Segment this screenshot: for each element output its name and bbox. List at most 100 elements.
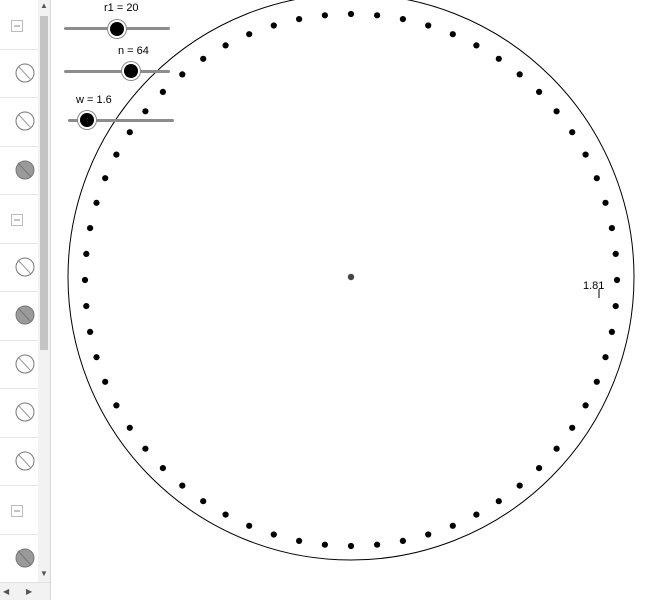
visibility-off-icon[interactable] xyxy=(14,450,36,477)
slider-w[interactable]: w = 1.6 xyxy=(68,94,178,127)
polygon-point[interactable] xyxy=(374,12,381,19)
polygon-point[interactable] xyxy=(612,250,619,257)
polygon-point[interactable] xyxy=(87,225,94,232)
slider-w-handle[interactable] xyxy=(80,113,94,127)
polygon-point[interactable] xyxy=(83,250,90,257)
collapse-icon[interactable] xyxy=(11,504,23,522)
algebra-row[interactable] xyxy=(0,437,38,486)
collapse-icon[interactable] xyxy=(11,19,23,37)
polygon-point[interactable] xyxy=(608,328,616,335)
algebra-row[interactable] xyxy=(0,534,38,583)
polygon-point[interactable] xyxy=(296,537,303,545)
algebra-row[interactable] xyxy=(0,97,38,147)
polygon-point[interactable] xyxy=(613,276,621,284)
polygon-point[interactable] xyxy=(270,22,277,29)
polygon-point[interactable] xyxy=(516,71,523,78)
polygon-point[interactable] xyxy=(612,303,619,310)
geometry-canvas[interactable]: 1.81 xyxy=(58,0,650,600)
slider-n[interactable]: n = 64 xyxy=(64,45,174,78)
polygon-point[interactable] xyxy=(553,445,560,452)
scroll-right-icon[interactable]: ▶ xyxy=(26,588,32,596)
polygon-point[interactable] xyxy=(553,108,560,115)
algebra-row[interactable] xyxy=(0,243,38,292)
polygon-point[interactable] xyxy=(449,31,456,38)
polygon-point[interactable] xyxy=(126,129,133,136)
polygon-point[interactable] xyxy=(536,465,543,472)
polygon-point[interactable] xyxy=(473,511,480,518)
polygon-point[interactable] xyxy=(102,378,109,385)
polygon-point[interactable] xyxy=(93,199,100,206)
polygon-point[interactable] xyxy=(179,482,186,489)
polygon-point[interactable] xyxy=(569,424,576,431)
polygon-point[interactable] xyxy=(608,225,616,232)
polygon-point[interactable] xyxy=(93,354,100,361)
polygon-point[interactable] xyxy=(102,175,109,182)
polygon-point[interactable] xyxy=(593,378,600,385)
polygon-point[interactable] xyxy=(495,498,502,505)
polygon-point[interactable] xyxy=(142,445,149,452)
polygon-point[interactable] xyxy=(113,151,120,158)
algebra-row[interactable] xyxy=(0,388,38,438)
polygon-point[interactable] xyxy=(602,199,609,206)
slider-n-track[interactable] xyxy=(64,70,170,73)
polygon-point[interactable] xyxy=(246,31,253,38)
algebra-row[interactable] xyxy=(0,485,38,535)
visibility-on-icon[interactable] xyxy=(14,159,36,186)
polygon-point[interactable] xyxy=(536,88,543,95)
polygon-point[interactable] xyxy=(246,522,253,529)
polygon-point[interactable] xyxy=(495,55,502,62)
polygon-point[interactable] xyxy=(83,303,90,310)
algebra-row[interactable] xyxy=(0,0,38,50)
polygon-point[interactable] xyxy=(321,12,328,19)
polygon-point[interactable] xyxy=(321,541,328,548)
algebra-row[interactable] xyxy=(0,146,38,195)
polygon-point[interactable] xyxy=(222,42,229,49)
polygon-point[interactable] xyxy=(516,482,523,489)
algebra-row[interactable] xyxy=(0,194,38,244)
polygon-point[interactable] xyxy=(159,465,166,472)
polygon-point[interactable] xyxy=(126,424,133,431)
scroll-left-icon[interactable]: ◀ xyxy=(3,588,9,596)
polygon-point[interactable] xyxy=(113,402,120,409)
visibility-on-icon[interactable] xyxy=(14,304,36,331)
scroll-down-icon[interactable]: ▼ xyxy=(40,570,48,578)
polygon-point[interactable] xyxy=(347,542,355,550)
polygon-point[interactable] xyxy=(582,402,589,409)
visibility-on-icon[interactable] xyxy=(14,547,36,574)
polygon-point[interactable] xyxy=(270,531,277,538)
algebra-row[interactable] xyxy=(0,340,38,389)
scroll-up-icon[interactable]: ▲ xyxy=(40,2,48,10)
polygon-point[interactable] xyxy=(593,175,600,182)
visibility-off-icon[interactable] xyxy=(14,401,36,428)
polygon-point[interactable] xyxy=(200,55,207,62)
collapse-icon[interactable] xyxy=(11,213,23,231)
slider-r1[interactable]: r1 = 20 xyxy=(64,2,174,36)
polygon-point[interactable] xyxy=(87,328,94,335)
slider-n-handle[interactable] xyxy=(124,64,138,78)
polygon-point[interactable] xyxy=(81,276,89,284)
polygon-point[interactable] xyxy=(473,42,480,49)
polygon-point[interactable] xyxy=(347,10,355,18)
horizontal-scrollbar[interactable]: ◀ ▶ xyxy=(0,582,50,600)
polygon-point[interactable] xyxy=(425,531,432,538)
polygon-point[interactable] xyxy=(222,511,229,518)
visibility-off-icon[interactable] xyxy=(14,62,36,89)
polygon-point[interactable] xyxy=(399,537,406,545)
polygon-point[interactable] xyxy=(374,541,381,548)
polygon-point[interactable] xyxy=(569,129,576,136)
polygon-point[interactable] xyxy=(296,16,303,23)
slider-r1-handle[interactable] xyxy=(110,22,124,36)
algebra-row[interactable] xyxy=(0,49,38,98)
polygon-point[interactable] xyxy=(602,354,609,361)
center-point[interactable] xyxy=(347,273,355,281)
polygon-point[interactable] xyxy=(582,151,589,158)
polygon-point[interactable] xyxy=(449,522,456,529)
polygon-point[interactable] xyxy=(425,22,432,29)
polygon-point[interactable] xyxy=(200,498,207,505)
scrollbar-thumb[interactable] xyxy=(40,16,48,350)
vertical-scrollbar[interactable]: ▲ ▼ xyxy=(38,0,50,582)
polygon-point[interactable] xyxy=(179,71,186,78)
graphics-view[interactable]: 1.81 r1 = 20 n = 64 w = 1.6 xyxy=(58,0,650,600)
visibility-off-icon[interactable] xyxy=(14,110,36,137)
polygon-point[interactable] xyxy=(399,16,406,23)
